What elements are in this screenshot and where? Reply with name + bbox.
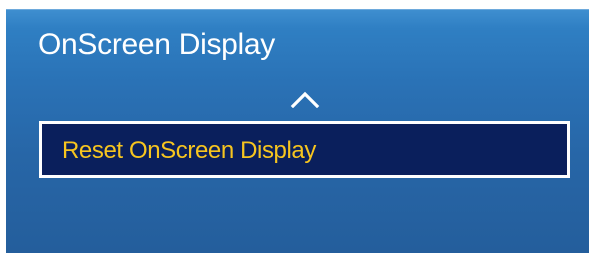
osd-menu-panel: OnScreen Display Reset OnScreen Display (6, 9, 589, 253)
menu-item-label: Reset OnScreen Display (62, 137, 316, 164)
reset-onscreen-display-item[interactable]: Reset OnScreen Display (39, 121, 570, 178)
menu-title: OnScreen Display (38, 28, 275, 61)
chevron-up-icon[interactable] (290, 90, 320, 109)
